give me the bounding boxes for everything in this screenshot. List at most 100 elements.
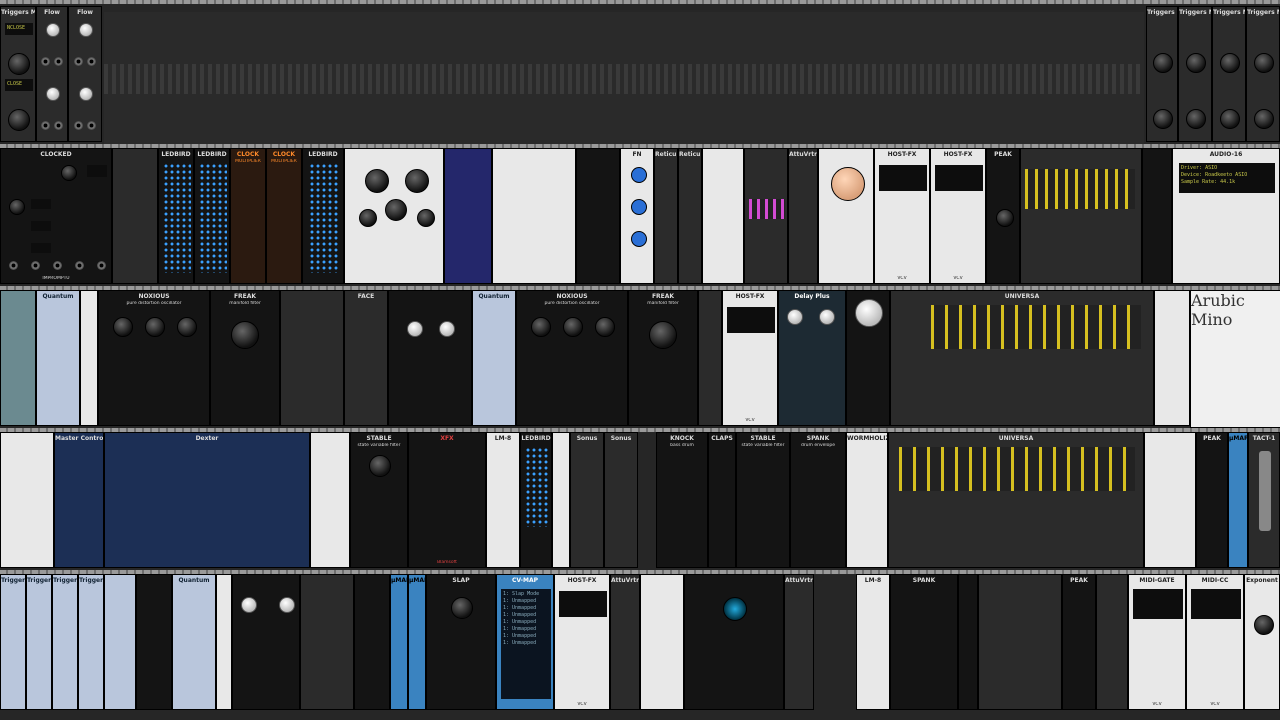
knob[interactable] (1220, 109, 1240, 129)
module-triggers-2[interactable]: Triggers MKIII (1146, 6, 1178, 142)
module-dark-6[interactable] (136, 574, 172, 710)
jack[interactable] (31, 261, 40, 270)
module-mixer[interactable] (744, 148, 788, 284)
knob[interactable] (46, 23, 60, 37)
module-sliders[interactable] (492, 148, 576, 284)
module-universa-1[interactable]: UNIVERSA (890, 290, 1154, 426)
module-ledbird-4[interactable]: LEDBIRD (520, 432, 552, 568)
jack[interactable] (74, 121, 83, 130)
knob[interactable] (1254, 109, 1274, 129)
module-mixer-2[interactable] (1020, 148, 1142, 284)
module-big-knob[interactable] (818, 148, 874, 284)
knob[interactable] (359, 209, 377, 227)
knob[interactable] (8, 109, 30, 131)
module-cv-map[interactable]: CV-MAP 1: Slap Mode 1: Unmapped 1: Unmap… (496, 574, 554, 710)
module-triggers-4[interactable]: Triggers MKIII (1212, 6, 1246, 142)
module-peak[interactable]: PEAK (986, 148, 1020, 284)
knob[interactable] (451, 597, 473, 619)
module-attuvrtr-2[interactable]: AttuVrtr (610, 574, 640, 710)
module-ledbird-2[interactable]: LEDBIRD (194, 148, 230, 284)
module-quantum-3[interactable]: Quantum (172, 574, 216, 710)
module-sonus-2[interactable]: Sonus (604, 432, 638, 568)
jack[interactable] (74, 57, 83, 66)
module-quantum-1[interactable]: Quantum (36, 290, 80, 426)
module-ledbird-3[interactable]: LEDBIRD (302, 148, 344, 284)
module-sonus-1[interactable]: Sonus (570, 432, 604, 568)
knob[interactable] (8, 53, 30, 75)
jack[interactable] (53, 261, 62, 270)
module-dark-2[interactable] (1142, 148, 1172, 284)
knob[interactable] (1186, 109, 1206, 129)
module-master-controls[interactable]: Master Controls (54, 432, 104, 568)
knob[interactable] (145, 317, 165, 337)
module-knock[interactable]: KNOCK bass drum (656, 432, 708, 568)
module-stable-2[interactable]: STABLE state variable filter (736, 432, 790, 568)
module-triggers-3[interactable]: Triggers MKIII (1178, 6, 1212, 142)
led-grid[interactable] (525, 447, 549, 527)
module-dark-5[interactable] (846, 290, 890, 426)
knob[interactable] (9, 199, 25, 215)
touch-strip[interactable] (1259, 451, 1271, 531)
module-attuvrtr-3[interactable]: AttuVrtr (784, 574, 814, 710)
jack[interactable] (97, 261, 106, 270)
knob[interactable] (241, 597, 257, 613)
knob[interactable] (631, 199, 647, 215)
knob[interactable] (531, 317, 551, 337)
module-audio-16[interactable]: AUDIO-16 Driver: ASIO Device: Roadkeeto … (1172, 148, 1280, 284)
knob[interactable] (79, 87, 93, 101)
module-delay-plus[interactable]: Delay Plus (778, 290, 846, 426)
module-trigger-buffer-4[interactable]: Trigger Buffer (78, 574, 104, 710)
knob[interactable] (595, 317, 615, 337)
module-seq[interactable] (112, 148, 158, 284)
knob[interactable] (831, 167, 865, 201)
module-noxious-2[interactable]: NOXIOUS pure distortion oscillator (516, 290, 628, 426)
module-lm8-2[interactable]: LM-8 (856, 574, 890, 710)
knob[interactable] (631, 231, 647, 247)
knob[interactable] (1186, 53, 1206, 73)
module-host-fx-1[interactable]: HOST-FX VCV (874, 148, 930, 284)
module-dark-12[interactable] (1096, 574, 1128, 710)
knob[interactable] (1254, 53, 1274, 73)
module-dark-8[interactable] (300, 574, 354, 710)
module-clock-multiplier-1[interactable]: CLOCK MULTIPLIER (230, 148, 266, 284)
knob[interactable] (369, 455, 391, 477)
module-thin-5[interactable] (216, 574, 232, 710)
module-triggers-1[interactable]: Triggers MKIII NCLOSE CLOSE (0, 6, 36, 142)
knob[interactable] (279, 597, 295, 613)
cv-map-list[interactable]: 1: Slap Mode 1: Unmapped 1: Unmapped 1: … (501, 589, 551, 699)
module-thin-3[interactable] (310, 432, 350, 568)
module-util-2[interactable] (1154, 290, 1190, 426)
module-thin-6[interactable] (640, 574, 684, 710)
module-fn[interactable]: FN (620, 148, 654, 284)
module-stable-1[interactable]: STABLE state variable filter (350, 432, 408, 568)
module-dark-10[interactable] (684, 574, 784, 710)
module-exponent[interactable]: Exponent (1244, 574, 1280, 710)
module-umap-3[interactable]: μMAP (408, 574, 426, 710)
jack[interactable] (41, 121, 50, 130)
module-host-fx-4[interactable]: HOST-FX VCV (554, 574, 610, 710)
module-dark-3[interactable] (280, 290, 344, 426)
knob[interactable] (855, 299, 883, 327)
module-blue[interactable] (444, 148, 492, 284)
module-spank-2[interactable]: SPANK (890, 574, 958, 710)
module-ledbird-1[interactable]: LEDBIRD (158, 148, 194, 284)
knob[interactable] (79, 23, 93, 37)
audio-screen[interactable]: Driver: ASIO Device: Roadkeeto ASIO Samp… (1179, 163, 1275, 193)
module-universa-2[interactable]: UNIVERSA (888, 432, 1144, 568)
knob[interactable] (1220, 53, 1240, 73)
module-slap[interactable]: SLAP (426, 574, 496, 710)
module-claps[interactable]: CLAPS (708, 432, 736, 568)
jack[interactable] (54, 121, 63, 130)
led-grid[interactable] (163, 163, 191, 273)
module-reticule-1[interactable]: Reticule (654, 148, 678, 284)
knob[interactable] (819, 309, 835, 325)
module-util[interactable] (702, 148, 744, 284)
module-dark-1[interactable] (576, 148, 620, 284)
module-trigger-buffer-1[interactable]: Trigger Buffer (0, 574, 26, 710)
module-thin-7[interactable] (958, 574, 978, 710)
module-cv-list[interactable] (0, 432, 54, 568)
jack[interactable] (87, 57, 96, 66)
knob[interactable] (365, 169, 389, 193)
jack[interactable] (87, 121, 96, 130)
module-umap-2[interactable]: μMAP (390, 574, 408, 710)
